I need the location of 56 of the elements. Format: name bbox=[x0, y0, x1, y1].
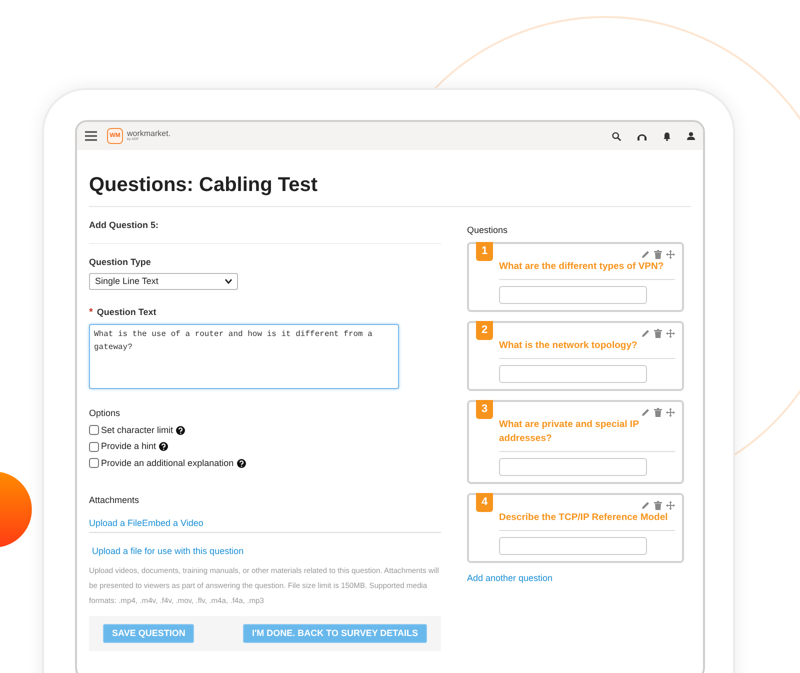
question-number: 1 bbox=[476, 242, 493, 260]
required-mark: * bbox=[89, 306, 93, 320]
questions-heading: Questions bbox=[467, 224, 509, 237]
page-title: Questions: Cabling Test bbox=[89, 170, 691, 207]
pencil-icon[interactable] bbox=[641, 408, 650, 416]
chevron-icon bbox=[225, 279, 232, 284]
question-text-field[interactable]: What is the use of a router and how is it different from a gateway? bbox=[89, 324, 399, 389]
pencil-icon[interactable] bbox=[641, 328, 650, 338]
form-heading: Add Question 5: bbox=[89, 219, 441, 244]
logo-text: workmarket. bbox=[127, 130, 171, 138]
field-label: Question Type bbox=[89, 256, 152, 269]
checkbox[interactable] bbox=[89, 442, 99, 452]
action-button[interactable]: I'M DONE. BACK TO SURVEY DETAILS bbox=[243, 624, 427, 642]
option-label: Provide a hint bbox=[101, 440, 156, 453]
attachment-tab[interactable]: Upload a File bbox=[89, 516, 142, 530]
question-number: 2 bbox=[476, 320, 493, 340]
trash-icon[interactable] bbox=[654, 250, 662, 258]
options-label: Options bbox=[89, 407, 122, 420]
move-icon[interactable] bbox=[666, 328, 675, 338]
answer-field[interactable] bbox=[499, 286, 647, 304]
trash-icon[interactable] bbox=[654, 408, 662, 416]
question-title: What are private and special IP addresses? bbox=[499, 418, 675, 452]
search-icon[interactable] bbox=[612, 132, 621, 140]
help-icon[interactable] bbox=[176, 426, 186, 435]
move-icon[interactable] bbox=[666, 408, 675, 416]
question-title: What are the different types of VPN? bbox=[499, 260, 675, 280]
attachment-tab[interactable]: Embed a Video bbox=[142, 516, 204, 530]
add-question-link[interactable]: Add another question bbox=[467, 572, 687, 585]
attachments-label: Attachments bbox=[89, 494, 140, 507]
upload-link[interactable]: Upload a file for use with this question bbox=[92, 545, 441, 558]
checkbox[interactable] bbox=[89, 425, 99, 436]
field-label: Question Text bbox=[96, 306, 156, 319]
answer-field[interactable] bbox=[499, 458, 647, 476]
user-icon[interactable] bbox=[687, 132, 695, 140]
move-icon[interactable] bbox=[666, 500, 675, 510]
question-number: 3 bbox=[476, 400, 493, 418]
help-icon[interactable] bbox=[236, 458, 246, 468]
answer-field[interactable] bbox=[499, 536, 647, 554]
bell-icon[interactable] bbox=[663, 132, 671, 140]
pencil-icon[interactable] bbox=[641, 250, 650, 258]
trash-icon[interactable] bbox=[654, 500, 662, 510]
answer-field[interactable] bbox=[499, 364, 647, 382]
trash-icon[interactable] bbox=[654, 328, 662, 338]
move-icon[interactable] bbox=[666, 250, 675, 258]
option-label: Provide an additional explanation bbox=[101, 456, 234, 470]
question-title: Describe the TCP/IP Reference Model bbox=[499, 510, 675, 530]
help-icon[interactable] bbox=[159, 442, 168, 452]
pencil-icon[interactable] bbox=[641, 500, 650, 510]
question-number: 4 bbox=[476, 492, 493, 512]
action-button[interactable]: SAVE QUESTION bbox=[103, 624, 194, 642]
option-label: Set character limit bbox=[101, 424, 174, 436]
menu-icon[interactable] bbox=[85, 131, 97, 141]
checkbox[interactable] bbox=[89, 458, 99, 468]
question-type-select[interactable]: Single Line Text bbox=[89, 273, 238, 290]
question-title: What is the network topology? bbox=[499, 338, 675, 358]
support-icon[interactable] bbox=[637, 132, 647, 140]
